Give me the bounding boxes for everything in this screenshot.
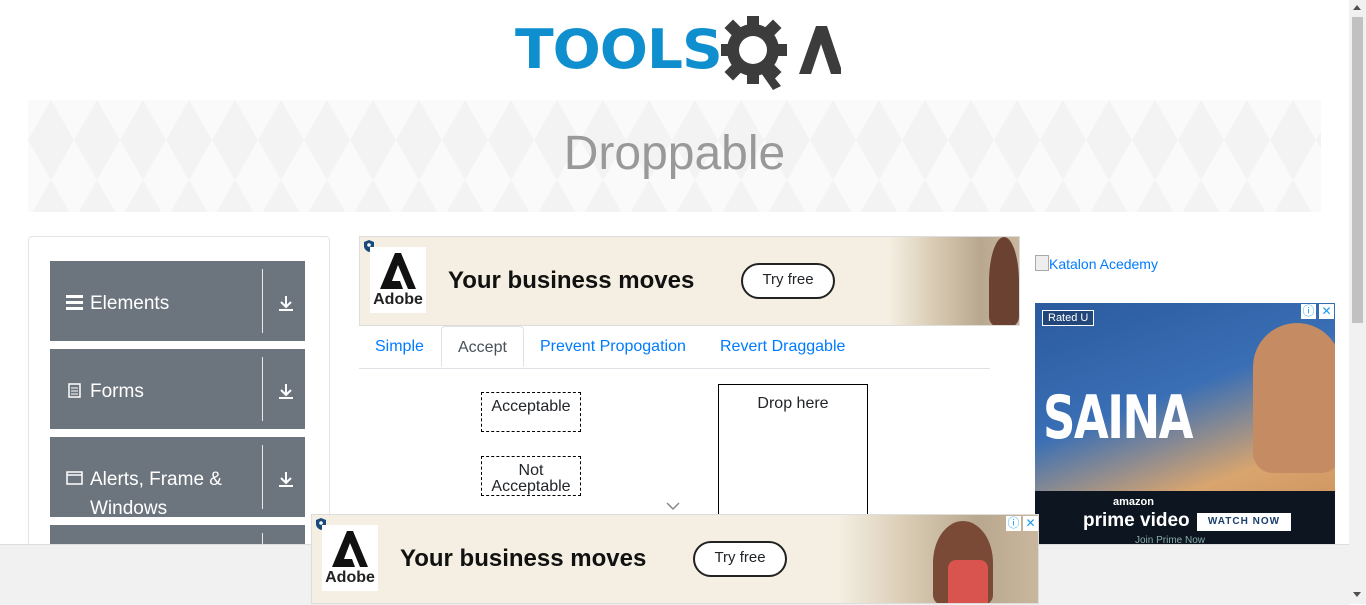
sidebar-group-label: Alerts, Frame & Windows bbox=[90, 469, 222, 519]
tab-prevent-propogation[interactable]: Prevent Propogation bbox=[524, 326, 702, 367]
toolsqa-logo[interactable]: TOOLS bbox=[515, 14, 841, 92]
divider bbox=[262, 269, 263, 333]
ad-brand: Adobe bbox=[373, 291, 423, 308]
ad-video-right[interactable]: Rated U SAINA amazon prime video WATCH N… bbox=[1035, 303, 1335, 544]
ad-prime-video-text: prime video bbox=[1083, 510, 1190, 531]
gear-logo-icon bbox=[721, 16, 841, 90]
window-icon bbox=[66, 471, 83, 485]
acceptable-draggable[interactable]: Acceptable bbox=[481, 392, 581, 432]
sidebar-group-label: Forms bbox=[90, 381, 144, 402]
ad-photo bbox=[889, 237, 1019, 325]
ad-person bbox=[989, 237, 1019, 325]
sidebar-group-label: Elements bbox=[90, 293, 170, 314]
adobe-a-icon bbox=[332, 531, 368, 567]
divider bbox=[262, 445, 263, 509]
download-icon[interactable] bbox=[278, 471, 294, 488]
scroll-thumb[interactable] bbox=[1352, 17, 1363, 323]
hamburger-icon bbox=[66, 295, 83, 310]
chevron-down-icon[interactable] bbox=[666, 502, 680, 511]
drop-target[interactable]: Drop here bbox=[718, 384, 868, 534]
download-icon[interactable] bbox=[278, 383, 294, 400]
tab-simple[interactable]: Simple bbox=[359, 326, 440, 367]
adobe-logo: Adobe bbox=[370, 247, 426, 313]
not-acceptable-draggable[interactable]: Not Acceptable bbox=[481, 456, 581, 496]
divider bbox=[262, 357, 263, 421]
download-icon[interactable] bbox=[278, 295, 294, 312]
document-icon bbox=[68, 383, 81, 398]
ad-amazon-text: amazon bbox=[1113, 496, 1154, 508]
tab-revert-draggable[interactable]: Revert Draggable bbox=[704, 326, 861, 367]
broken-image-icon bbox=[1035, 255, 1049, 271]
ad-person-shirt bbox=[948, 560, 988, 603]
ad-headline: Your business moves bbox=[448, 267, 695, 294]
image-alt-text: Katalon Acedemy bbox=[1049, 256, 1158, 272]
ad-title: SAINA bbox=[1043, 383, 1193, 453]
scroll-down-arrow-icon[interactable] bbox=[1353, 592, 1361, 597]
ad-try-free-button[interactable]: Try free bbox=[741, 263, 835, 299]
close-icon[interactable]: ✕ bbox=[1023, 516, 1038, 531]
katalon-academy-image[interactable]: Katalon Acedemy bbox=[1035, 255, 1158, 272]
ad-rating: Rated U bbox=[1042, 310, 1095, 326]
ad-watch-now-button[interactable]: WATCH NOW bbox=[1197, 513, 1291, 531]
sidebar-group-elements[interactable]: Elements bbox=[50, 261, 305, 341]
ad-headline: Your business moves bbox=[400, 545, 647, 572]
adobe-logo: Adobe bbox=[322, 525, 378, 591]
page-title: Droppable bbox=[563, 127, 786, 180]
logo-text: TOOLS bbox=[515, 18, 723, 81]
ad-info-icon[interactable]: ⓘ bbox=[1301, 304, 1316, 319]
ad-banner-bottom[interactable]: Adobe Your business moves Try free ⓘ ✕ bbox=[311, 514, 1039, 604]
ad-join-text: Join Prime Now bbox=[1135, 535, 1206, 544]
ad-brand: Adobe bbox=[325, 569, 375, 586]
sidebar-group-alerts[interactable]: Alerts, Frame & Windows bbox=[50, 437, 305, 519]
sidebar-group-forms[interactable]: Forms bbox=[50, 349, 305, 429]
ad-info-icon[interactable]: ⓘ bbox=[1006, 516, 1021, 531]
tab-accept[interactable]: Accept bbox=[441, 326, 524, 367]
ad-banner-top[interactable]: Adobe Your business moves Try free bbox=[359, 236, 1020, 326]
ad-portrait bbox=[1253, 323, 1335, 473]
adobe-a-icon bbox=[380, 253, 416, 289]
sidebar: Elements Forms Alerts, Frame & Windows bbox=[28, 236, 330, 568]
droppable-tabs: Simple Accept Prevent Propogation Revert… bbox=[359, 326, 990, 369]
scroll-up-arrow-icon[interactable] bbox=[1353, 5, 1361, 10]
page-banner: Droppable bbox=[28, 100, 1321, 212]
close-icon[interactable]: ✕ bbox=[1319, 304, 1334, 319]
page-scrollbar[interactable] bbox=[1349, 0, 1366, 604]
ad-try-free-button[interactable]: Try free bbox=[693, 541, 787, 577]
